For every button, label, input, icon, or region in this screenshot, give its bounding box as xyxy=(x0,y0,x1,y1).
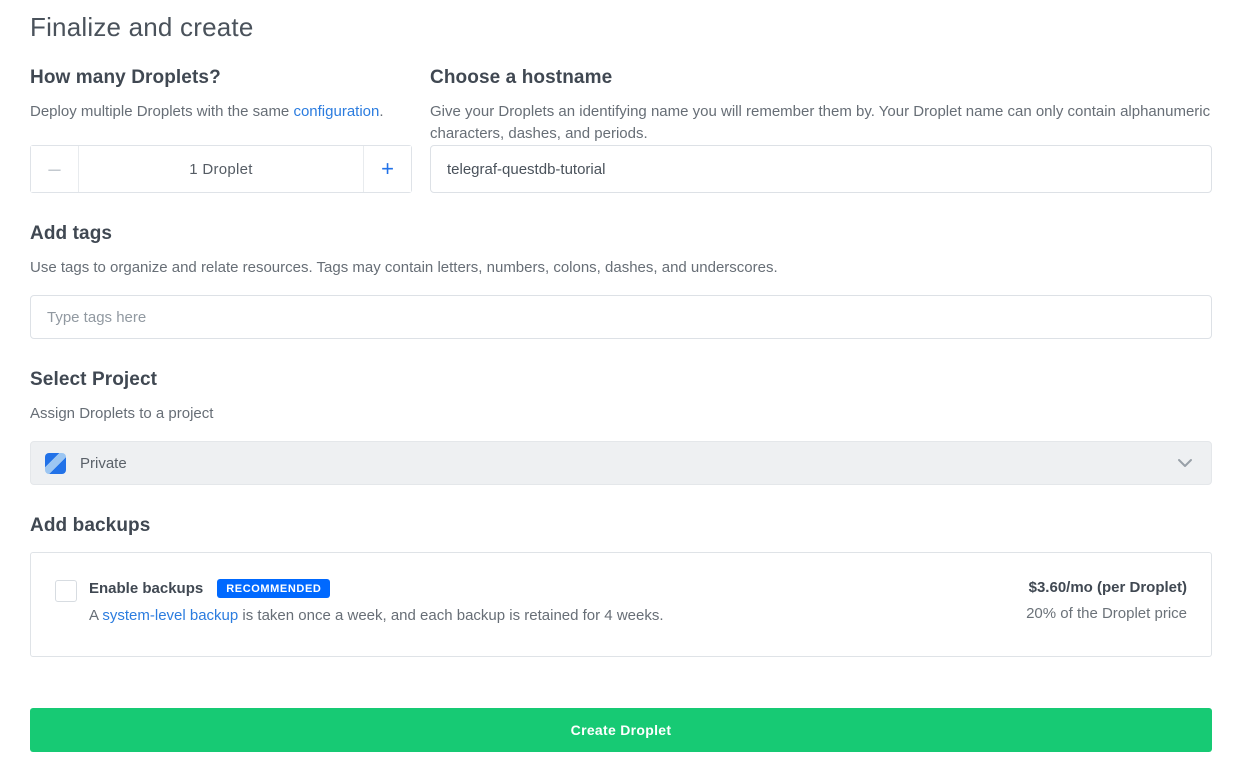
project-select-dropdown[interactable]: Private xyxy=(30,441,1212,485)
create-droplet-button[interactable]: Create Droplet xyxy=(30,708,1212,752)
add-tags-section: Add tags Use tags to organize and relate… xyxy=(30,223,1212,339)
description-period: . xyxy=(379,103,383,120)
how-many-droplets-description: Deploy multiple Droplets with the same c… xyxy=(30,101,412,123)
backups-card: Enable backups RECOMMENDED A system-leve… xyxy=(30,552,1212,657)
backups-price-note: 20% of the Droplet price xyxy=(1026,605,1187,622)
decrease-droplets-button[interactable]: – xyxy=(31,146,79,192)
enable-backups-label: Enable backups xyxy=(89,580,203,597)
increase-droplets-button[interactable]: + xyxy=(363,146,411,192)
description-text: Deploy multiple Droplets with the same xyxy=(30,103,293,120)
finalize-and-create-page: Finalize and create How many Droplets? D… xyxy=(0,0,1237,777)
how-many-droplets-heading: How many Droplets? xyxy=(30,67,412,89)
page-title: Finalize and create xyxy=(30,12,1212,43)
chevron-down-icon xyxy=(1177,458,1193,468)
add-tags-heading: Add tags xyxy=(30,223,1212,245)
add-backups-section: Add backups Enable backups RECOMMENDED A… xyxy=(30,515,1212,657)
selected-project-label: Private xyxy=(80,455,127,472)
backups-title-row: Enable backups RECOMMENDED xyxy=(89,579,1026,598)
backups-info: Enable backups RECOMMENDED A system-leve… xyxy=(89,579,1026,626)
select-project-description: Assign Droplets to a project xyxy=(30,403,1212,425)
configuration-link[interactable]: configuration xyxy=(293,103,379,120)
enable-backups-checkbox[interactable] xyxy=(55,580,77,602)
choose-hostname-description: Give your Droplets an identifying name y… xyxy=(430,101,1212,145)
system-level-backup-link[interactable]: system-level backup xyxy=(102,607,238,624)
choose-hostname-heading: Choose a hostname xyxy=(430,67,1212,89)
droplets-hostname-row: How many Droplets? Deploy multiple Dropl… xyxy=(30,67,1212,193)
choose-hostname-section: Choose a hostname Give your Droplets an … xyxy=(430,67,1212,193)
select-project-heading: Select Project xyxy=(30,369,1212,391)
hostname-input[interactable] xyxy=(430,145,1212,193)
droplet-count-value: 1 Droplet xyxy=(79,146,363,192)
detail-suffix: is taken once a week, and each backup is… xyxy=(238,607,663,624)
detail-prefix: A xyxy=(89,607,102,624)
how-many-droplets-section: How many Droplets? Deploy multiple Dropl… xyxy=(30,67,412,193)
recommended-badge: RECOMMENDED xyxy=(217,579,330,598)
add-backups-heading: Add backups xyxy=(30,515,1212,537)
backups-price: $3.60/mo (per Droplet) xyxy=(1026,579,1187,596)
backups-pricing: $3.60/mo (per Droplet) 20% of the Drople… xyxy=(1026,579,1187,622)
tags-input[interactable] xyxy=(30,295,1212,339)
droplet-count-stepper: – 1 Droplet + xyxy=(30,145,412,193)
select-project-section: Select Project Assign Droplets to a proj… xyxy=(30,369,1212,485)
add-tags-description: Use tags to organize and relate resource… xyxy=(30,257,1212,279)
project-icon xyxy=(45,453,66,474)
backups-detail-text: A system-level backup is taken once a we… xyxy=(89,605,1026,626)
